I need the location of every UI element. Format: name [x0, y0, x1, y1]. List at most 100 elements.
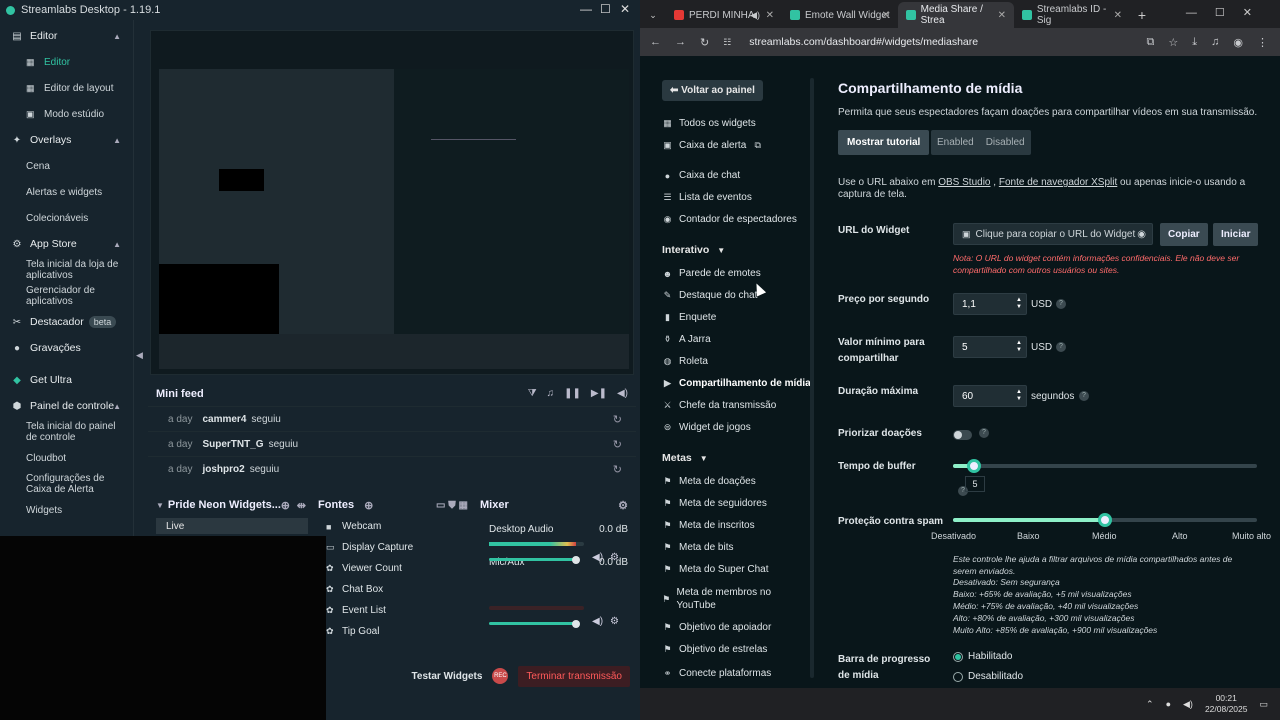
nav-item-game-widget[interactable]: ⊜ Widget de jogos — [662, 422, 751, 433]
nav-item-sub-goal[interactable]: ⚑ Meta de inscritos — [662, 520, 754, 531]
buffer-slider-knob[interactable] — [967, 459, 982, 473]
copy-button[interactable]: Copiar — [1160, 223, 1208, 246]
replay-icon[interactable]: ↻ — [613, 413, 622, 426]
close-icon[interactable]: ✕ — [1114, 10, 1122, 21]
stepper-icon[interactable]: ▲ ▼ — [1016, 389, 1022, 403]
sidebar-item-studio-mode[interactable]: ▣ Modo estúdio — [0, 101, 133, 127]
add-scene-icon[interactable]: ⊕ — [281, 499, 290, 512]
notification-icon[interactable]: ▭ — [1259, 699, 1268, 710]
spam-slider-knob[interactable] — [1098, 513, 1112, 527]
help-icon[interactable]: ? — [1079, 391, 1089, 401]
back-icon[interactable]: ← — [650, 36, 661, 48]
sidebar-item-dashboard-home[interactable]: Tela inicial do painel de controle — [0, 419, 133, 445]
sidebar-group-overlays[interactable]: ✦ Overlays ▲ — [0, 127, 133, 153]
translate-icon[interactable]: ⧉ — [1147, 36, 1155, 49]
source-tip-goal[interactable]: ✿ Tip Goal — [316, 621, 468, 642]
tray-chevron-icon[interactable]: ⌃ — [1146, 699, 1154, 710]
tab-perdi-minha[interactable]: PERDI MINHA ◀) ✕ — [666, 2, 782, 28]
source-chat-box[interactable]: ✿ Chat Box — [316, 579, 468, 600]
reload-icon[interactable]: ↻ — [700, 36, 709, 49]
sidebar-item-widgets[interactable]: Widgets — [0, 497, 133, 523]
clock[interactable]: 00:21 22/08/2025 — [1205, 693, 1248, 715]
close-icon[interactable]: ✕ — [998, 10, 1006, 21]
forward-icon[interactable]: → — [675, 36, 686, 48]
disabled-option[interactable]: Disabled — [980, 130, 1031, 155]
sidebar-item-cloudbot[interactable]: Cloudbot — [0, 445, 133, 471]
eye-icon[interactable]: ◉ — [1137, 229, 1146, 240]
site-info-icon[interactable]: ☷ — [723, 37, 731, 48]
sidebar-item-store-home[interactable]: Tela inicial da loja de aplicativos — [0, 257, 133, 283]
nav-item-poll[interactable]: ▮ Enquete — [662, 312, 716, 323]
sidebar-item-get-ultra[interactable]: ◆ Get Ultra — [0, 367, 133, 393]
test-widgets-button[interactable]: Testar Widgets — [412, 671, 483, 682]
new-tab-icon[interactable]: + — [1130, 2, 1154, 28]
music-icon[interactable]: ♫ — [547, 388, 555, 399]
minimize-button[interactable]: — — [580, 2, 592, 16]
stepper-icon[interactable]: ▲ ▼ — [1016, 340, 1022, 354]
source-viewer-count[interactable]: ✿ Viewer Count — [316, 558, 468, 579]
nav-item-chat-highlight[interactable]: ✎ Destaque do chat — [662, 290, 758, 301]
filter-icon[interactable]: ⧩ — [528, 388, 537, 399]
url-field[interactable]: streamlabs.com/dashboard#/widgets/medias… — [749, 36, 978, 48]
stepper-icon[interactable]: ▲ ▼ — [1016, 297, 1022, 311]
sidebar-item-app-manager[interactable]: Gerenciador de aplicativos — [0, 283, 133, 309]
sidebar-item-editor[interactable]: ▦ Editor — [0, 49, 133, 75]
close-icon[interactable]: ✕ — [882, 10, 890, 21]
progress-disabled-radio[interactable]: Desabilitado — [953, 671, 1023, 682]
gear-icon[interactable]: ⚙ — [610, 616, 619, 627]
help-icon[interactable]: ? — [1056, 299, 1066, 309]
tab-streamlabs-id[interactable]: Streamlabs ID - Sig ✕ — [1014, 2, 1130, 28]
nav-scrollbar[interactable] — [810, 78, 814, 678]
volume-slider[interactable] — [489, 558, 577, 561]
source-webcam[interactable]: ■ Webcam — [316, 516, 468, 537]
sidebar-item-alert-box-settings[interactable]: Configurações de Caixa de Alerta — [0, 471, 133, 497]
sidebar-item-recordings[interactable]: ● Gravações — [0, 335, 133, 361]
nav-item-chat-box[interactable]: ● Caixa de chat — [662, 170, 740, 181]
widget-url-field[interactable]: ▣ Clique para copiar o URL do Widget ◉ — [953, 223, 1153, 245]
nav-item-wheel[interactable]: ◍ Roleta — [662, 356, 708, 367]
progress-enabled-radio[interactable]: Habilitado — [953, 651, 1012, 662]
sidebar-group-editor[interactable]: ▤ Editor ▲ — [0, 23, 133, 49]
min-amount-input[interactable]: 5 ▲ ▼ — [953, 336, 1027, 358]
nav-item-bit-goal[interactable]: ⚑ Meta de bits — [662, 542, 733, 553]
nav-item-superchat-goal[interactable]: ⚑ Meta do Super Chat — [662, 564, 768, 575]
audio-icon[interactable]: ◀) — [750, 10, 760, 21]
volume-icon[interactable]: ◀) — [1183, 699, 1193, 710]
source-event-list[interactable]: ✿ Event List — [316, 600, 468, 621]
buffer-slider-track[interactable] — [953, 464, 1257, 468]
source-display-capture[interactable]: ▭ Display Capture — [316, 537, 468, 558]
window-controls-icon[interactable]: —☐✕ — [1186, 6, 1270, 19]
record-button[interactable]: REC — [492, 668, 509, 684]
gear-icon[interactable]: ⚙ — [618, 499, 628, 512]
close-button[interactable]: ✕ — [620, 2, 630, 16]
tab-media-share[interactable]: Media Share / Strea ✕ — [898, 2, 1014, 28]
tab-search-icon[interactable]: ⌄ — [640, 2, 666, 28]
price-per-second-input[interactable]: 1,1 ▲ ▼ — [953, 293, 1027, 315]
end-stream-button[interactable]: Terminar transmissão — [518, 665, 630, 687]
close-icon[interactable]: ✕ — [766, 10, 774, 21]
chevron-down-icon[interactable]: ▼ — [156, 501, 164, 510]
sidebar-item-layout-editor[interactable]: ▦ Editor de layout — [0, 75, 133, 101]
skip-icon[interactable]: ▶❚ — [591, 388, 607, 399]
nav-item-star-goal[interactable]: ⚑ Objetivo de estrelas — [662, 644, 767, 655]
back-to-dashboard-button[interactable]: ⬅ Voltar ao painel — [662, 80, 763, 101]
speaker-icon[interactable]: ◀) — [592, 552, 603, 563]
nav-item-supporter-goal[interactable]: ⚑ Objetivo de apoiador — [662, 622, 771, 633]
nav-item-media-share[interactable]: ▶ Compartilhamento de mídia — [662, 378, 811, 389]
nav-item-tip-jar[interactable]: ⚱ A Jarra — [662, 334, 711, 345]
xsplit-link[interactable]: Fonte de navegador XSplit — [999, 177, 1117, 188]
sidebar-item-collectibles[interactable]: Colecionáveis — [0, 205, 133, 231]
nav-item-viewer-counter[interactable]: ◉ Contador de espectadores — [662, 214, 797, 225]
speaker-icon[interactable]: ◀) — [592, 616, 603, 627]
stream-preview[interactable] — [150, 30, 634, 375]
volume-knob[interactable] — [572, 620, 581, 628]
sidebar-item-highlighter[interactable]: ✂ Destacador beta — [0, 309, 133, 335]
volume-icon[interactable]: ◀) — [617, 388, 628, 399]
media-control-icon[interactable]: ♫ — [1211, 36, 1219, 49]
nav-item-all-widgets[interactable]: ▦ Todos os widgets — [662, 118, 755, 129]
nav-item-event-list[interactable]: ☰ Lista de eventos — [662, 192, 751, 203]
nav-item-follower-goal[interactable]: ⚑ Meta de seguidores — [662, 498, 766, 509]
pause-icon[interactable]: ❚❚ — [564, 388, 581, 399]
replay-icon[interactable]: ↻ — [613, 438, 622, 451]
replay-icon[interactable]: ↻ — [613, 463, 622, 476]
